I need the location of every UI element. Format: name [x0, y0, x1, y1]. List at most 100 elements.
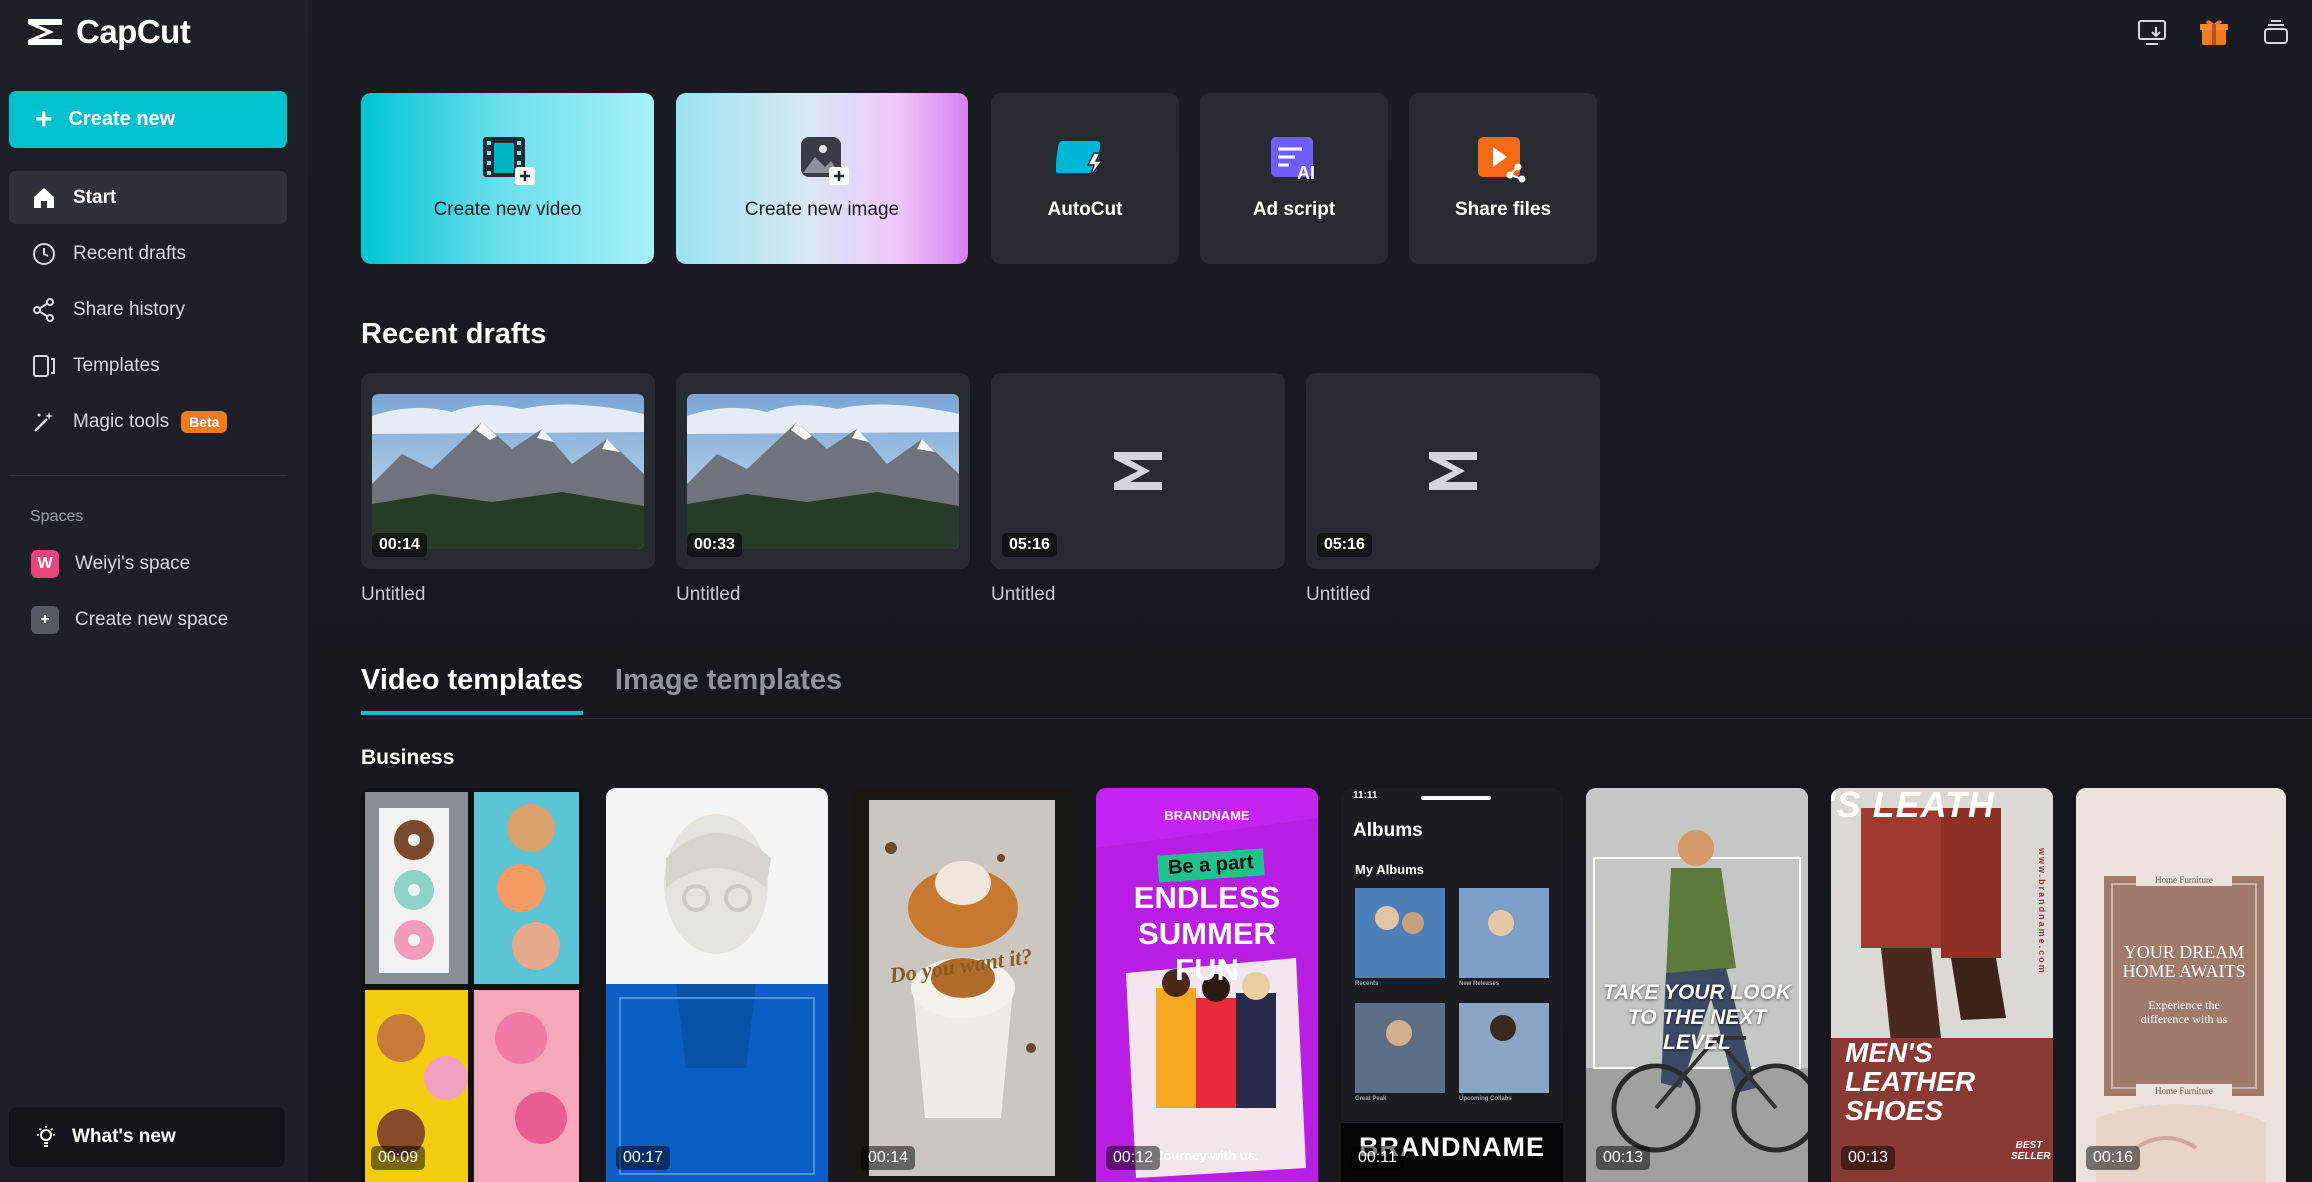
plus-icon: + — [31, 605, 59, 634]
template-top-text: 'S LEATH — [1831, 788, 1995, 825]
sidebar-item-share-history[interactable]: Share history — [9, 283, 287, 336]
draft-title[interactable]: Untitled — [1306, 584, 1370, 606]
autocut-card[interactable]: AutoCut — [991, 93, 1179, 264]
whats-new-button[interactable]: What's new — [9, 1107, 285, 1167]
whats-new-label: What's new — [72, 1126, 176, 1147]
magic-wand-icon — [34, 411, 53, 432]
template-headline: TAKE YOUR LOOK TO THE NEXT LEVEL — [1602, 981, 1792, 1054]
template-brand: BRANDNAME — [1164, 808, 1250, 823]
layers-icon[interactable] — [2260, 16, 2292, 48]
template-duration: 00:13 — [1596, 1146, 1651, 1170]
draft-card[interactable]: 00:14 — [361, 373, 655, 569]
capcut-logo-icon — [28, 19, 62, 45]
template-card[interactable]: 00:17 — [606, 788, 828, 1182]
template-duration: 00:09 — [371, 1146, 426, 1170]
create-video-card[interactable]: Create new video — [361, 93, 654, 264]
sidebar-item-templates[interactable]: Templates — [9, 339, 287, 392]
template-side-text: www.brandname.com — [2037, 848, 2047, 975]
capcut-logo-icon — [1429, 452, 1477, 490]
ad-script-icon: AI — [1271, 137, 1315, 183]
sidebar: CapCut + Create new Start Recent drafts … — [0, 0, 308, 1182]
template-label-top: Home Furniture — [2155, 875, 2213, 885]
lightbulb-icon — [37, 1126, 55, 1147]
draft-card[interactable]: 05:16 — [991, 373, 1285, 569]
draft-duration: 00:33 — [687, 533, 742, 557]
template-headline: ENDLESS SUMMER FUN — [1133, 880, 1281, 987]
draft-thumbnail — [687, 394, 959, 549]
sidebar-item-label: Recent drafts — [73, 242, 186, 264]
template-duration: 00:13 — [1841, 1146, 1896, 1170]
template-card[interactable]: 'S LEATH www.brandname.com MEN'S LEATHER… — [1831, 788, 2053, 1182]
sidebar-item-label: Share history — [73, 298, 185, 320]
draft-duration: 00:14 — [372, 533, 427, 557]
card-label: Create new video — [433, 199, 582, 220]
autocut-icon — [1056, 141, 1104, 178]
tab-image-templates[interactable]: Image templates — [615, 664, 842, 715]
sidebar-item-label: Start — [73, 186, 117, 208]
draft-title[interactable]: Untitled — [676, 584, 740, 606]
top-toolbar — [2136, 16, 2292, 48]
template-card[interactable]: Home Furniture YOUR DREAM HOME AWAITS Ex… — [2076, 788, 2286, 1182]
template-subtext: Experience the difference with us — [2140, 998, 2228, 1026]
template-card[interactable]: BRANDNAME Be a part ENDLESS SUMMER FUN J… — [1096, 788, 1318, 1182]
app-logo[interactable]: CapCut — [24, 13, 191, 50]
card-label: Create new image — [744, 199, 900, 220]
sidebar-item-magic-tools[interactable]: Magic tools Beta — [9, 395, 287, 448]
template-duration: 00:12 — [1106, 1146, 1161, 1170]
template-card[interactable]: Do you want it? 00:14 — [851, 788, 1073, 1182]
draft-card[interactable]: 05:16 — [1306, 373, 1600, 569]
template-thumbnail — [2076, 788, 2286, 1182]
home-icon — [34, 187, 54, 208]
space-item-weiyi[interactable]: W Weiyi's space — [9, 537, 287, 590]
sidebar-item-recent-drafts[interactable]: Recent drafts — [9, 227, 287, 280]
tab-video-templates[interactable]: Video templates — [361, 664, 583, 715]
create-new-label: Create new — [68, 108, 176, 130]
share-files-icon — [1478, 137, 1526, 183]
template-title: Albums — [1353, 820, 1423, 841]
image-icon — [801, 137, 849, 185]
template-card[interactable]: TAKE YOUR LOOK TO THE NEXT LEVEL 00:13 — [1586, 788, 1808, 1182]
draft-thumbnail — [372, 394, 644, 549]
template-headline: MEN'S LEATHER SHOES — [1845, 1037, 1976, 1126]
template-duration: 00:17 — [616, 1146, 671, 1170]
sidebar-item-start[interactable]: Start — [9, 171, 287, 224]
draft-title[interactable]: Untitled — [361, 584, 425, 606]
ad-script-card[interactable]: AI Ad script — [1200, 93, 1388, 264]
tabs-divider — [361, 718, 2312, 719]
clock-icon — [33, 242, 55, 265]
space-label: Weiyi's space — [75, 552, 191, 574]
template-time: 11:11 — [1353, 790, 1378, 801]
category-heading: Business — [361, 746, 455, 769]
template-card[interactable]: 11:11 Albums My Albums Recents New Relea… — [1341, 788, 1563, 1182]
capcut-logo-icon — [1114, 452, 1162, 490]
draft-duration: 05:16 — [1002, 533, 1057, 557]
create-new-button[interactable]: + Create new — [9, 91, 287, 148]
share-icon — [33, 297, 54, 322]
card-label: Share files — [1454, 199, 1552, 220]
album-label: Upcoming Collabs — [1459, 1096, 1512, 1102]
template-label-bottom: Home Furniture — [2155, 1086, 2213, 1096]
template-badge: BEST SELLER — [2011, 1140, 2051, 1162]
gift-icon[interactable] — [2198, 16, 2230, 48]
share-files-card[interactable]: Share files — [1409, 93, 1597, 264]
template-duration: 00:14 — [861, 1146, 916, 1170]
album-label: Recents — [1355, 981, 1379, 987]
template-thumbnail — [365, 792, 579, 1182]
template-subtitle: My Albums — [1355, 862, 1424, 877]
sidebar-item-label: Magic tools — [73, 410, 170, 432]
draft-card[interactable]: 00:33 — [676, 373, 970, 569]
template-card[interactable]: 00:09 — [361, 788, 583, 1182]
svg-text:AI: AI — [1297, 163, 1315, 183]
app-name: CapCut — [76, 13, 191, 50]
create-image-card[interactable]: Create new image — [676, 93, 968, 264]
draft-title[interactable]: Untitled — [991, 584, 1055, 606]
space-label: Create new space — [75, 608, 229, 630]
create-new-space-button[interactable]: + Create new space — [9, 593, 287, 646]
draft-duration: 05:16 — [1317, 533, 1372, 557]
template-thumbnail — [606, 788, 828, 1182]
templates-icon — [33, 354, 55, 377]
sidebar-divider — [9, 475, 287, 476]
space-avatar: W — [31, 549, 59, 578]
card-label: Ad script — [1252, 199, 1336, 220]
download-icon[interactable] — [2136, 16, 2168, 48]
